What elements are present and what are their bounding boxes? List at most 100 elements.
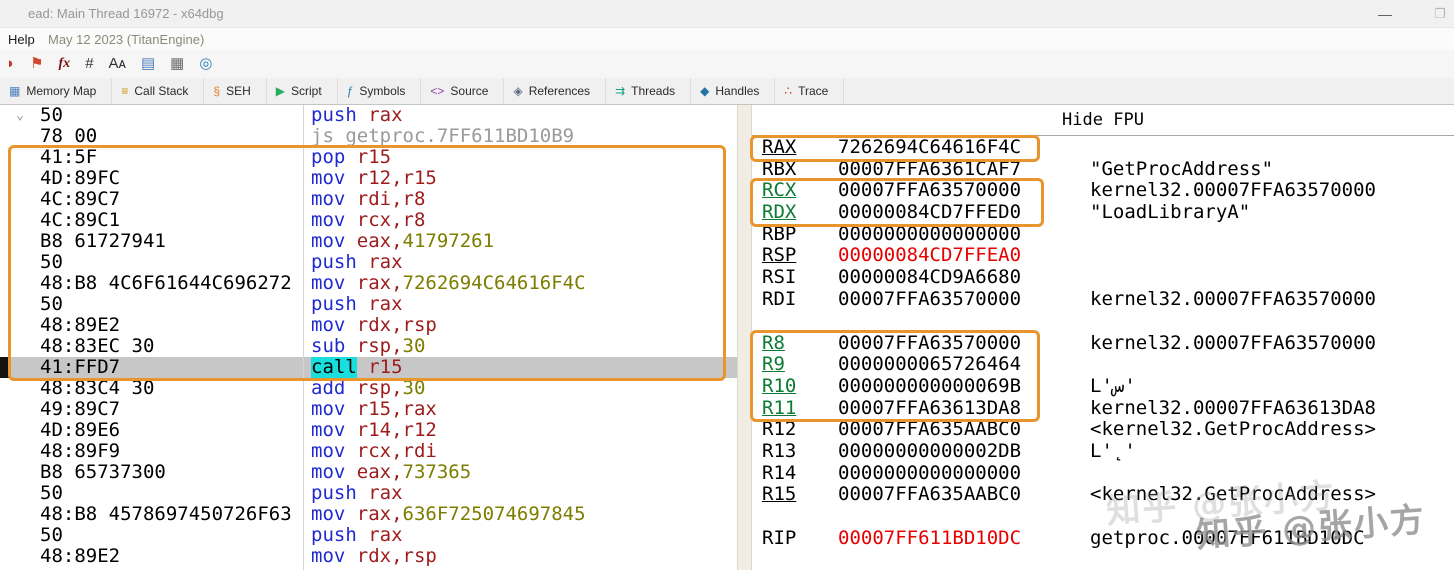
- instr-token: push: [311, 483, 357, 504]
- disasm-gutter: [0, 483, 40, 504]
- disasm-row[interactable]: 4D:89E6mov r14,r12: [0, 420, 737, 441]
- tab-script[interactable]: ▶Script: [267, 78, 338, 104]
- register-value: 00007FF611BD10DC: [838, 528, 1090, 550]
- disasm-row[interactable]: 50push rax: [0, 294, 737, 315]
- tab-memory-map[interactable]: ▦Memory Map: [0, 78, 112, 104]
- instr-token: push: [311, 294, 357, 315]
- register-row[interactable]: RDI00007FFA63570000kernel32.00007FFA6357…: [752, 289, 1454, 311]
- disasm-gutter: [0, 231, 40, 252]
- register-row[interactable]: R10000000000000069BL'س': [752, 376, 1454, 398]
- instr-token: r15: [368, 357, 402, 378]
- disasm-gutter: [0, 441, 40, 462]
- disasm-bytes: 48:89F9: [40, 441, 303, 462]
- instr-token: mov: [311, 231, 345, 252]
- fx-icon[interactable]: fx: [59, 54, 71, 74]
- register-row[interactable]: R800007FFA63570000kernel32.00007FFA63570…: [752, 333, 1454, 355]
- tab-source[interactable]: <>Source: [421, 78, 504, 104]
- search-icon[interactable]: ◎: [199, 54, 212, 74]
- register-value: 00000000000002DB: [838, 441, 1090, 463]
- register-row[interactable]: RSI00000084CD9A6680: [752, 267, 1454, 289]
- instr-token: 41797261: [403, 231, 495, 252]
- register-name: RIP: [762, 528, 838, 550]
- register-row[interactable]: R1200007FFA635AABC0<kernel32.GetProcAddr…: [752, 419, 1454, 441]
- tab-call-stack[interactable]: ≡Call Stack: [112, 78, 204, 104]
- disasm-row[interactable]: 4C:89C7mov rdi,r8: [0, 189, 737, 210]
- disasm-instruction: mov eax,41797261: [303, 231, 737, 252]
- disasm-row[interactable]: 4D:89FCmov r12,r15: [0, 168, 737, 189]
- register-row[interactable]: RDX00000084CD7FFED0"LoadLibraryA": [752, 202, 1454, 224]
- table-icon[interactable]: ▦: [170, 54, 184, 74]
- register-value: 0000000065726464: [838, 354, 1090, 376]
- breakpoint-icon[interactable]: ◗: [6, 54, 15, 74]
- disasm-row[interactable]: 41:5Fpop r15: [0, 147, 737, 168]
- maximize-button[interactable]: ❐: [1428, 2, 1452, 26]
- font-size-icon[interactable]: Aᴀ: [109, 54, 126, 74]
- disasm-bytes: 4D:89FC: [40, 168, 303, 189]
- register-row[interactable]: R90000000065726464: [752, 354, 1454, 376]
- register-row[interactable]: R140000000000000000: [752, 463, 1454, 485]
- register-row[interactable]: RBP0000000000000000: [752, 224, 1454, 246]
- disasm-row[interactable]: 78 00js getproc.7FF611BD10B9: [0, 126, 737, 147]
- disasm-row[interactable]: 48:B8 4578697450726F63mov rax,636F725074…: [0, 504, 737, 525]
- disassembly-scrollbar[interactable]: [737, 105, 752, 570]
- disasm-row[interactable]: B8 65737300mov eax,737365: [0, 462, 737, 483]
- instr-token: rax: [357, 105, 403, 126]
- disasm-row[interactable]: 50push rax: [0, 483, 737, 504]
- tab-references[interactable]: ◈References: [504, 78, 606, 104]
- register-row[interactable]: RIP00007FF611BD10DCgetproc.00007FF611BD1…: [752, 528, 1454, 550]
- register-row[interactable]: RBX00007FFA6361CAF7"GetProcAddress": [752, 159, 1454, 181]
- disasm-row[interactable]: ⌄50push rax: [0, 105, 737, 126]
- instr-token: r15: [345, 147, 391, 168]
- register-row[interactable]: RCX00007FFA63570000kernel32.00007FFA6357…: [752, 180, 1454, 202]
- menu-item-help[interactable]: Help: [8, 32, 35, 47]
- register-name: RCX: [762, 180, 838, 202]
- memory-map-icon: ▦: [9, 84, 20, 98]
- disasm-row[interactable]: 48:89E2mov rdx,rsp: [0, 546, 737, 567]
- register-name: RBX: [762, 159, 838, 181]
- disasm-row[interactable]: B8 61727941mov eax,41797261: [0, 231, 737, 252]
- disasm-instruction: push rax: [303, 483, 737, 504]
- register-row[interactable]: RAX7262694C64616F4C: [752, 137, 1454, 159]
- tab-seh[interactable]: §SEH: [204, 78, 266, 104]
- source-icon: <>: [430, 84, 444, 98]
- tab-trace[interactable]: ∴Trace: [775, 78, 844, 104]
- instr-token: r15,rax: [345, 399, 437, 420]
- tab-label: Call Stack: [134, 84, 188, 98]
- disasm-row[interactable]: 48:83C4 30add rsp,30: [0, 378, 737, 399]
- tab-handles[interactable]: ◆Handles: [691, 78, 775, 104]
- disasm-row[interactable]: 49:89C7mov r15,rax: [0, 399, 737, 420]
- instr-token: 7262694C64616F4C: [403, 273, 586, 294]
- bookmark-icon[interactable]: ⚑: [30, 54, 43, 74]
- register-value: 0000000000000000: [838, 463, 1090, 485]
- instr-token: rax,: [345, 504, 402, 525]
- hide-fpu-button[interactable]: Hide FPU: [752, 105, 1454, 136]
- minimize-button[interactable]: —: [1368, 2, 1402, 26]
- disasm-instruction: mov r12,r15: [303, 168, 737, 189]
- window-title: ead: Main Thread 16972 - x64dbg: [28, 6, 224, 21]
- disasm-bytes: 48:83EC 30: [40, 336, 303, 357]
- disasm-gutter: [0, 546, 40, 567]
- register-comment: kernel32.00007FFA63570000: [1090, 333, 1454, 355]
- disasm-row[interactable]: 50push rax: [0, 252, 737, 273]
- disasm-row[interactable]: 48:89F9mov rcx,rdi: [0, 441, 737, 462]
- disasm-row[interactable]: 41:FFD7call r15: [0, 357, 737, 378]
- hash-icon[interactable]: #: [85, 54, 93, 74]
- register-row[interactable]: R1100007FFA63613DA8kernel32.00007FFA6361…: [752, 398, 1454, 420]
- disasm-row[interactable]: 48:89E2mov rdx,rsp: [0, 315, 737, 336]
- disasm-row[interactable]: 48:B8 4C6F61644C696272mov rax,7262694C64…: [0, 273, 737, 294]
- memory-layout-icon[interactable]: ▤: [141, 54, 155, 74]
- symbols-icon: ƒ: [347, 84, 354, 98]
- instr-token: mov: [311, 168, 345, 189]
- register-row[interactable]: R1500007FFA635AABC0<kernel32.GetProcAddr…: [752, 484, 1454, 506]
- register-row[interactable]: R1300000000000002DBL'˛': [752, 441, 1454, 463]
- disasm-bytes: 48:B8 4C6F61644C696272: [40, 273, 303, 294]
- register-row[interactable]: RSP00000084CD7FFEA0: [752, 245, 1454, 267]
- tab-threads[interactable]: ⇉Threads: [606, 78, 691, 104]
- tab-symbols[interactable]: ƒSymbols: [338, 78, 422, 104]
- disasm-row[interactable]: 50push rax: [0, 525, 737, 546]
- disasm-gutter: ⌄: [0, 105, 40, 126]
- disasm-row[interactable]: 48:83EC 30sub rsp,30: [0, 336, 737, 357]
- instr-token: add: [311, 378, 345, 399]
- disasm-bytes: 50: [40, 525, 303, 546]
- disasm-row[interactable]: 4C:89C1mov rcx,r8: [0, 210, 737, 231]
